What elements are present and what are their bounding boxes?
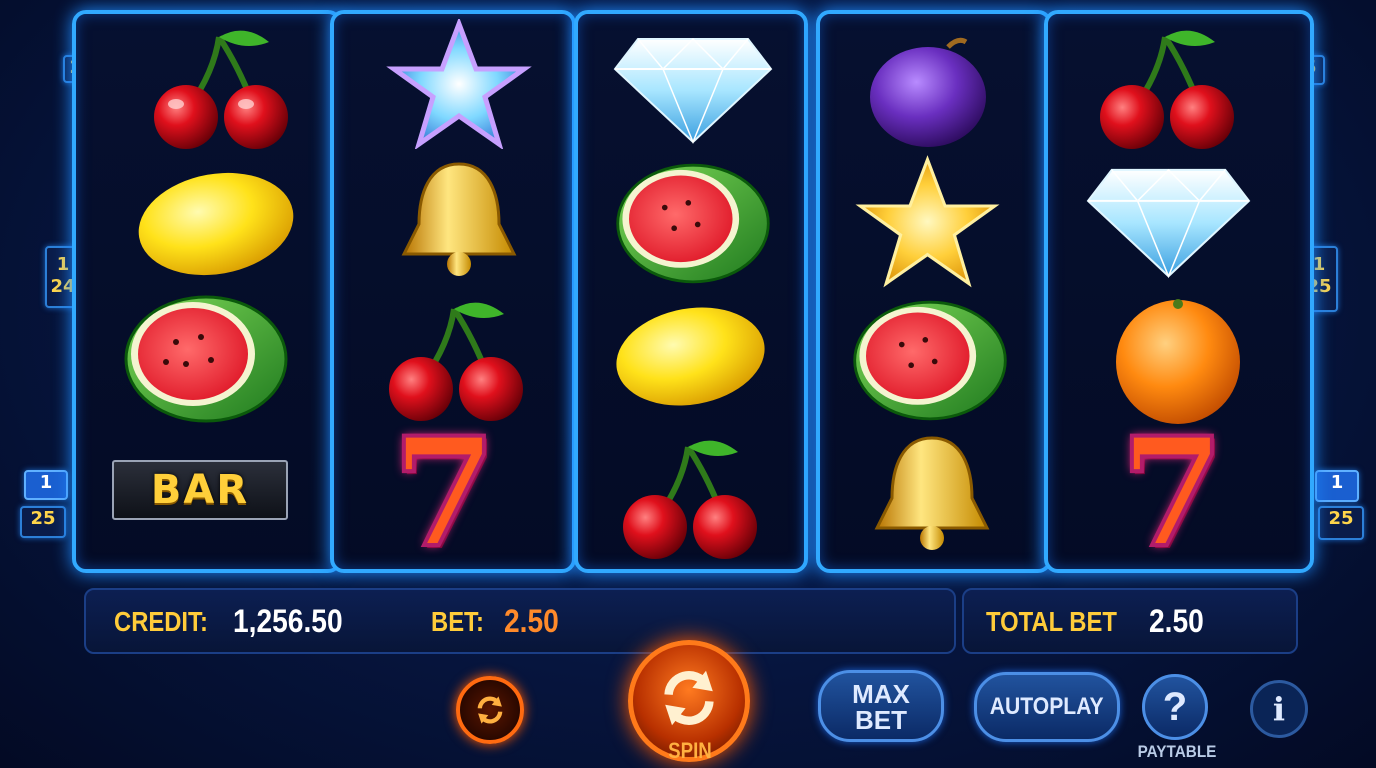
diamond-icon (1086, 168, 1251, 279)
paytable-button[interactable]: ? (1142, 674, 1208, 740)
bar-text: BAR (150, 467, 250, 513)
cherry-icon (1100, 30, 1234, 149)
max-bet-line1: MAX (852, 679, 910, 709)
max-bet-button[interactable]: MAX BET (818, 670, 944, 742)
watermelon-icon (616, 163, 770, 284)
lemon-icon (616, 307, 765, 406)
reel-3 (574, 10, 808, 573)
paytable-label: PAYTABLE (1137, 742, 1217, 761)
payline-badge-right-active: 1 (1315, 470, 1359, 502)
reel-5: 7 (1044, 10, 1314, 573)
credit-bet-panel: CREDIT: 1,256.50 BET: 2.50 (84, 588, 956, 654)
star-icon (855, 155, 1000, 288)
cherry-icon (154, 30, 288, 149)
bet-label: BET: (431, 606, 484, 637)
bar-symbol: BAR (112, 460, 288, 520)
autoplay-label: AUTOPLAY (990, 693, 1104, 720)
diamond-icon (613, 37, 773, 144)
lemon-icon (138, 172, 294, 276)
credit-value: 1,256.50 (233, 603, 343, 639)
star-icon (386, 19, 532, 149)
payline-number: 1 (1330, 472, 1344, 493)
refresh-icon (664, 670, 714, 726)
total-bet-value: 2.50 (1149, 603, 1204, 639)
bell-icon (401, 162, 517, 276)
seven-symbol: 7 (390, 416, 498, 570)
refresh-icon (477, 696, 503, 724)
spin-label: SPIN (668, 738, 712, 763)
bell-icon (874, 436, 990, 550)
cherry-icon (623, 440, 757, 559)
max-bet-line2: BET (855, 705, 907, 735)
seven-text: 7 (390, 405, 498, 581)
payline-badge-left-active: 1 (24, 470, 68, 500)
credit-label: CREDIT: (114, 606, 208, 637)
payline-badge-left-bottom: 25 (20, 506, 66, 538)
payline-number: 25 (1328, 508, 1354, 529)
total-bet-panel: TOTAL BET 2.50 (962, 588, 1298, 654)
bet-value: 2.50 (504, 603, 559, 639)
seven-symbol: 7 (1118, 416, 1226, 570)
reel-2: 7 (330, 10, 576, 573)
question-icon: ? (1162, 684, 1188, 729)
plum-icon (870, 37, 986, 147)
payline-number: 1 (39, 472, 53, 493)
small-refresh-button[interactable] (456, 676, 524, 744)
reel-4 (816, 10, 1052, 573)
autoplay-button[interactable]: AUTOPLAY (974, 672, 1120, 742)
info-button[interactable]: i (1250, 680, 1308, 738)
payline-badge-right-bottom: 25 (1318, 506, 1364, 540)
info-icon: i (1272, 690, 1286, 728)
reel-1: BAR (72, 10, 342, 573)
seven-text: 7 (1118, 405, 1226, 581)
total-bet-label: TOTAL BET (986, 606, 1117, 637)
watermelon-icon (853, 300, 1007, 421)
watermelon-icon (124, 295, 288, 423)
payline-number: 25 (30, 508, 56, 529)
